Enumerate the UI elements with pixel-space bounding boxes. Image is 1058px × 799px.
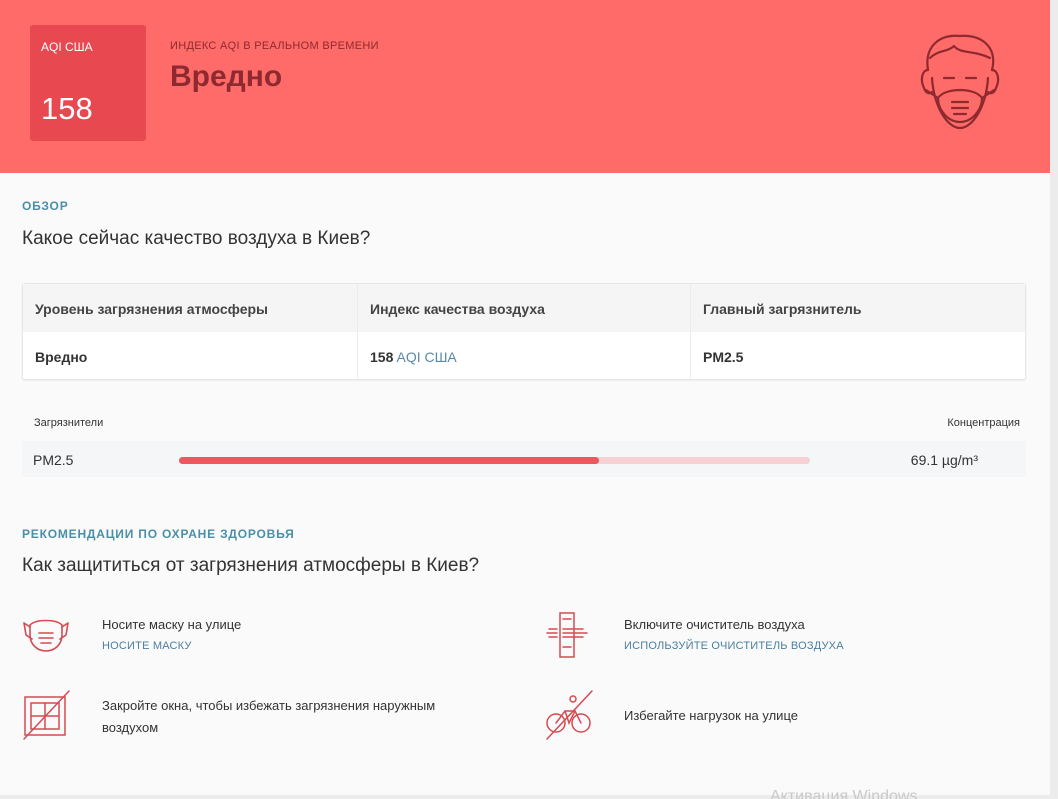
cell-aqi: 158 AQI США	[370, 349, 457, 365]
closed-window-icon	[23, 690, 70, 740]
recommendation-text: Включите очиститель воздуха	[624, 617, 805, 632]
table-divider	[690, 284, 691, 381]
recommendation-text: Закройте окна, чтобы избежать загрязнени…	[102, 698, 436, 735]
aqi-header: AQI США 158 ИНДЕКС AQI В РЕАЛЬНОМ ВРЕМЕН…	[0, 0, 1050, 173]
recommendation-text: Носите маску на улице	[102, 617, 242, 632]
pollution-level-value: Вредно	[35, 349, 88, 365]
overview-tag: ОБЗОР	[22, 199, 69, 213]
face-mask-icon	[920, 34, 1000, 130]
mask-icon	[23, 619, 69, 652]
health-tag: РЕКОМЕНДАЦИИ ПО ОХРАНЕ ЗДОРОВЬЯ	[22, 527, 295, 541]
recommendation-purifier: Включите очиститель воздуха ИСПОЛЬЗУЙТЕ …	[545, 611, 1025, 661]
aqi-badge: AQI США 158	[30, 25, 146, 141]
pollutant-row: PM2.5 69.1 µg/m³	[22, 441, 1026, 477]
cell-pollution-level: Вредно	[35, 349, 87, 365]
pollutant-concentration: 69.1 µg/m³	[910, 452, 978, 468]
cell-main-pollutant: PM2.5	[703, 349, 743, 365]
pollutants-column-label: Загрязнители	[34, 417, 104, 429]
aqi-badge-label: AQI США	[41, 40, 93, 54]
use-air-purifier-link[interactable]: ИСПОЛЬЗУЙТЕ ОЧИСТИТЕЛЬ ВОЗДУХА	[624, 640, 844, 652]
header-aqi: Индекс качества воздуха	[370, 301, 545, 317]
pollutant-level-fill	[179, 457, 599, 464]
recommendation-mask: Носите маску на улице НОСИТЕ МАСКУ	[22, 613, 522, 663]
aqi-badge-value: 158	[41, 91, 93, 126]
air-purifier-icon	[546, 612, 588, 658]
aqi-summary-table: Уровень загрязнения атмосферы Индекс кач…	[22, 283, 1026, 381]
recommendation-exercise: Избегайте нагрузок на улице	[545, 689, 1025, 745]
concentration-column-label: Концентрация	[947, 417, 1020, 429]
recommendation-windows: Закройте окна, чтобы избежать загрязнени…	[22, 689, 522, 745]
realtime-aqi-subtitle: ИНДЕКС AQI В РЕАЛЬНОМ ВРЕМЕНИ	[170, 40, 379, 52]
pollutant-name: PM2.5	[33, 452, 74, 468]
wear-mask-link[interactable]: НОСИТЕ МАСКУ	[102, 640, 192, 652]
aqi-status: Вредно	[170, 60, 283, 93]
header-main-pollutant: Главный загрязнитель	[703, 301, 862, 317]
windows-activation-watermark: Активация Windows	[770, 788, 918, 799]
main-pollutant-value: PM2.5	[703, 349, 744, 365]
table-divider	[357, 284, 358, 381]
no-cycling-icon	[546, 690, 593, 740]
overview-title: Какое сейчас качество воздуха в Киев?	[22, 228, 371, 249]
main-content: ОБЗОР Какое сейчас качество воздуха в Ки…	[0, 173, 1050, 795]
aqi-number: 158	[370, 349, 394, 365]
recommendation-text: Избегайте нагрузок на улице	[624, 708, 798, 723]
health-title: Как защититься от загрязнения атмосферы …	[22, 555, 480, 576]
aqi-unit-link[interactable]: AQI США	[396, 349, 456, 365]
pollutant-level-bar	[179, 457, 810, 464]
header-pollution-level: Уровень загрязнения атмосферы	[35, 301, 269, 317]
